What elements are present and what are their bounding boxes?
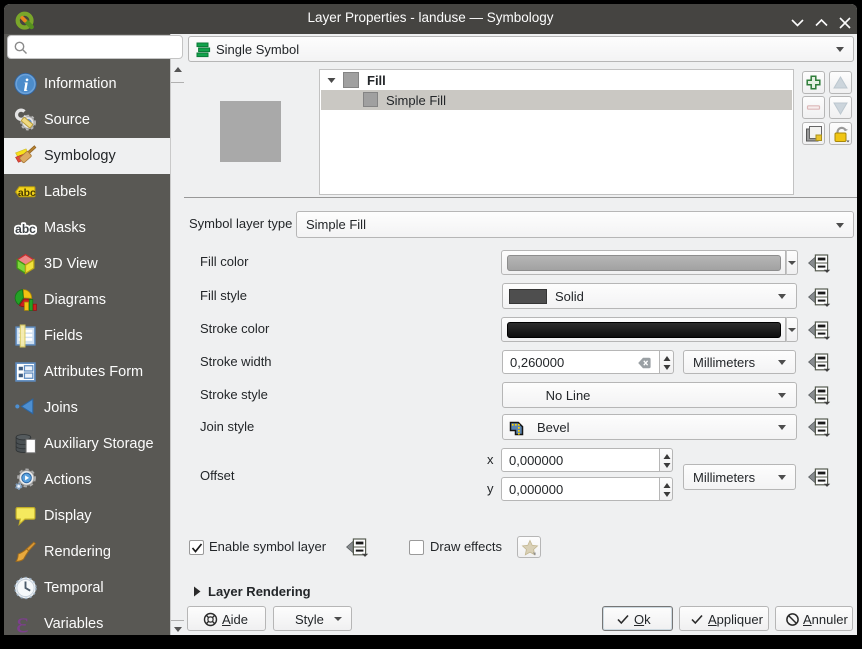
svg-text:abc: abc xyxy=(15,222,36,236)
svg-text:i: i xyxy=(24,75,29,95)
svg-text:abc: abc xyxy=(18,188,36,199)
